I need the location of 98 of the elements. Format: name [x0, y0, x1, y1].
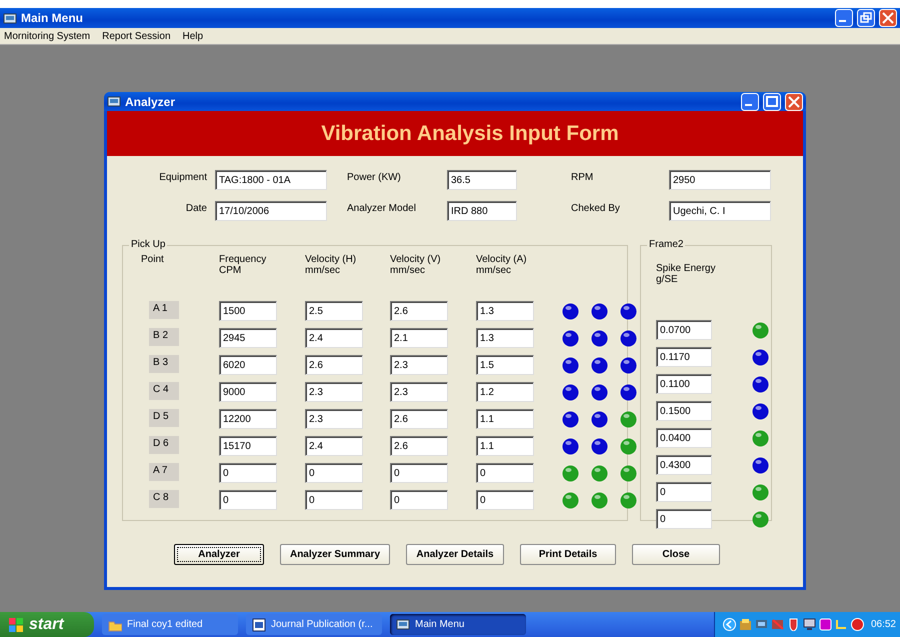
text-field[interactable]: 2.3: [305, 382, 363, 402]
maximize-button[interactable]: [763, 92, 781, 110]
taskbar-button[interactable]: Main Menu: [390, 614, 526, 635]
text-field[interactable]: 9000: [219, 382, 277, 402]
text-field[interactable]: 0.1500: [656, 401, 712, 421]
text-field[interactable]: 0: [476, 463, 534, 483]
menu-item[interactable]: Report Session: [102, 30, 171, 42]
app-icon: [107, 95, 121, 108]
column-header: Point: [141, 254, 165, 267]
text-field[interactable]: 0.4300: [656, 455, 712, 475]
text-field[interactable]: 1.2: [476, 382, 534, 402]
minimize-button[interactable]: [741, 92, 759, 110]
text-field[interactable]: IRD 880: [447, 201, 517, 221]
taskbar-button[interactable]: Journal Publication (r...: [246, 614, 382, 635]
text-field[interactable]: 0: [305, 490, 363, 510]
point-label: C 4: [149, 382, 179, 400]
text-field[interactable]: 2.3: [390, 382, 448, 402]
text-field[interactable]: 0: [390, 463, 448, 483]
tray-icon[interactable]: [754, 618, 768, 631]
text-field[interactable]: 2.6: [390, 436, 448, 456]
field-label: Cheked By: [571, 202, 621, 214]
text-field[interactable]: Ugechi, C. I: [669, 201, 771, 221]
field-label: Power (KW): [347, 171, 402, 183]
text-field[interactable]: 2.1: [390, 328, 448, 348]
text-field[interactable]: 2.5: [305, 301, 363, 321]
group-title: Frame2: [647, 239, 686, 250]
text-field[interactable]: 1.5: [476, 355, 534, 375]
text-field[interactable]: 0.0400: [656, 428, 712, 448]
start-button[interactable]: start: [0, 612, 94, 637]
menu-item[interactable]: Mornitoring System: [4, 30, 90, 42]
field-label: Analyzer Model: [347, 202, 417, 214]
menu-item[interactable]: Help: [182, 30, 204, 42]
point-label: D 5: [149, 409, 179, 427]
tray-icon[interactable]: [802, 618, 816, 631]
text-field[interactable]: 1.1: [476, 409, 534, 429]
text-field[interactable]: 0: [656, 482, 712, 502]
text-field[interactable]: 0: [219, 463, 277, 483]
column-header: Velocity (A) mm/sec: [476, 254, 528, 278]
text-field[interactable]: 17/10/2006: [215, 201, 327, 221]
point-label: C 8: [149, 490, 179, 508]
point-label: B 2: [149, 328, 179, 346]
text-field[interactable]: 1500: [219, 301, 277, 321]
text-field[interactable]: 2.3: [390, 355, 448, 375]
point-label: A 7: [149, 463, 179, 481]
text-field[interactable]: 2950: [669, 170, 771, 190]
text-field[interactable]: 0.1170: [656, 347, 712, 367]
text-field[interactable]: 6020: [219, 355, 277, 375]
text-field[interactable]: 0: [390, 490, 448, 510]
column-header: Velocity (H) mm/sec: [305, 254, 358, 278]
text-field[interactable]: 36.5: [447, 170, 517, 190]
window-title: Analyzer: [125, 94, 176, 108]
field-label: RPM: [571, 171, 594, 183]
text-field[interactable]: 0: [476, 490, 534, 510]
text-field[interactable]: 0.0700: [656, 320, 712, 340]
column-header: Spike Energy g/SE: [656, 263, 716, 287]
group-title: Pick Up: [129, 239, 168, 250]
push-button[interactable]: Close: [632, 544, 720, 565]
restore-button[interactable]: [857, 9, 875, 27]
close-button[interactable]: [879, 9, 897, 27]
text-field[interactable]: 12200: [219, 409, 277, 429]
text-field[interactable]: 0: [219, 490, 277, 510]
taskbar-button[interactable]: Final coy1 edited: [102, 614, 238, 635]
point-label: B 3: [149, 355, 179, 373]
clock: 06:52: [870, 619, 896, 630]
text-field[interactable]: 15170: [219, 436, 277, 456]
text-field[interactable]: 2.6: [390, 301, 448, 321]
minimize-button[interactable]: [835, 9, 853, 27]
text-field[interactable]: 2.4: [305, 328, 363, 348]
form-heading: Vibration Analysis Input Form: [320, 122, 619, 146]
text-field[interactable]: 1.1: [476, 436, 534, 456]
close-button[interactable]: [785, 92, 803, 110]
column-header: Frequency CPM: [219, 254, 268, 278]
document-icon: [252, 618, 266, 632]
text-field[interactable]: 2.3: [305, 409, 363, 429]
text-field[interactable]: 2945: [219, 328, 277, 348]
window-title: Main Menu: [21, 11, 84, 25]
point-label: D 6: [149, 436, 179, 454]
windows-logo-icon: [8, 616, 24, 632]
field-label: Equipment: [158, 171, 208, 183]
text-field[interactable]: 2.6: [390, 409, 448, 429]
text-field[interactable]: TAG:1800 - 01A: [215, 170, 327, 190]
text-field[interactable]: 0.1100: [656, 374, 712, 394]
text-field[interactable]: 0: [656, 509, 712, 529]
tray-icon[interactable]: [786, 618, 800, 631]
push-button[interactable]: Analyzer Details: [406, 544, 504, 565]
text-field[interactable]: 1.3: [476, 301, 534, 321]
app-icon: [396, 618, 410, 632]
field-label: Date: [184, 202, 208, 214]
text-field[interactable]: 1.3: [476, 328, 534, 348]
point-label: A 1: [149, 301, 179, 319]
column-header: Velocity (V) mm/sec: [390, 254, 442, 278]
text-field[interactable]: 0: [305, 463, 363, 483]
app-icon: [3, 12, 17, 24]
push-button[interactable]: Print Details: [520, 544, 616, 565]
push-button[interactable]: Analyzer Summary: [280, 544, 390, 565]
push-button[interactable]: Analyzer: [174, 544, 264, 565]
text-field[interactable]: 2.4: [305, 436, 363, 456]
text-field[interactable]: 2.6: [305, 355, 363, 375]
